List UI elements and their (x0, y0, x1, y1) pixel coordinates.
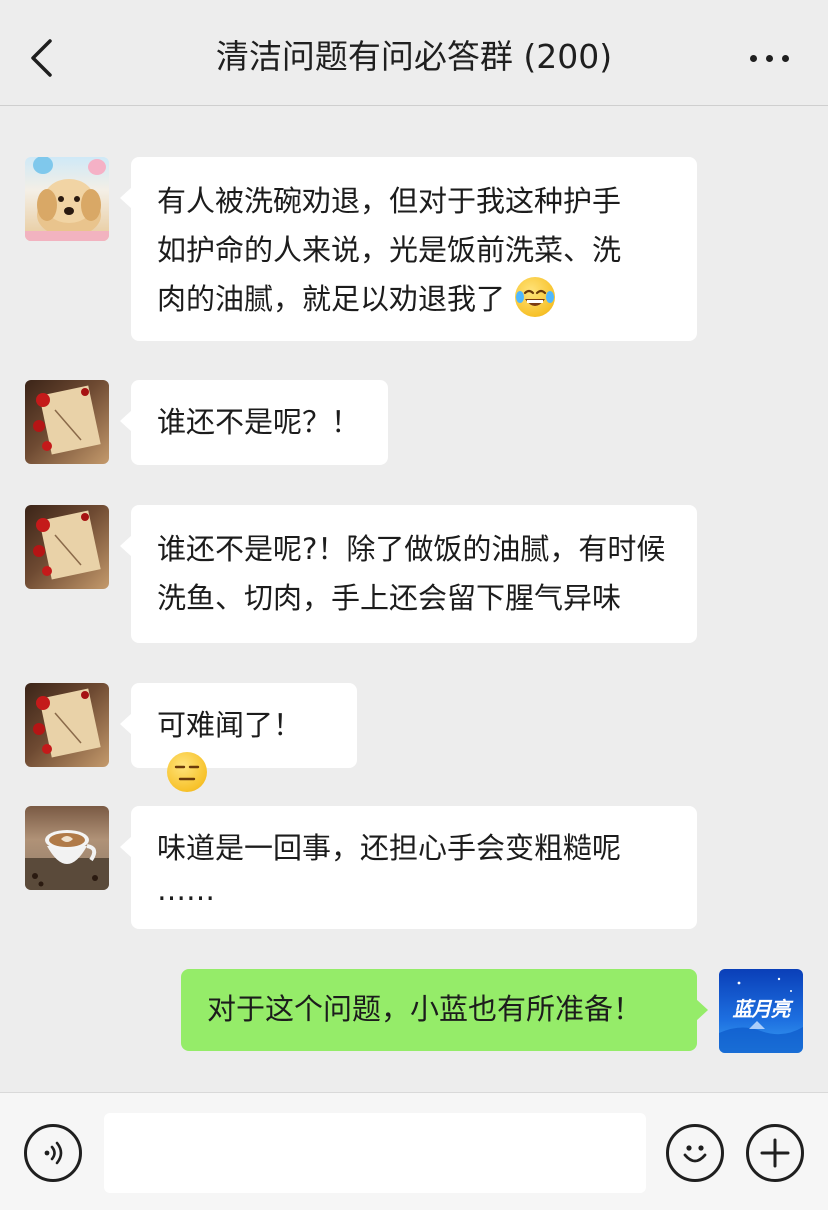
dog-avatar[interactable] (25, 157, 109, 241)
message-line-with-emoji: 肉的油腻，就足以劝退我了 (157, 275, 671, 324)
plus-button[interactable] (746, 1124, 804, 1182)
message-bubble[interactable]: 味道是一回事，还担心手会变粗糙呢 …… (120, 806, 697, 929)
message-line: 洗鱼、切肉，手上还会留下腥气异味 (157, 581, 622, 615)
message-input[interactable] (104, 1113, 646, 1193)
page-title: 清洁问题有问必答群 (200) (215, 37, 613, 76)
input-bar (0, 1092, 828, 1210)
brand-logo-text: 蓝月亮 (732, 997, 791, 1021)
message-line: 对于这个问题，小蓝也有所准备！ (207, 992, 643, 1026)
message-line-with-emoji: 可难闻了！ (157, 701, 331, 799)
face-with-tears-of-joy-emoji (515, 277, 556, 317)
chat-header: 清洁问题有问必答群 (200) (0, 0, 828, 106)
message-line: …… (157, 873, 215, 907)
message-line: 可难闻了！ (157, 708, 303, 742)
more-dot (765, 54, 773, 62)
more-button[interactable] (736, 38, 802, 78)
message-bubble-self[interactable]: 对于这个问题，小蓝也有所准备！ (181, 969, 708, 1051)
message-bubble[interactable]: 有人被洗碗劝退，但对于我这种护手 如护命的人来说，光是饭前洗菜、洗 肉的油腻，就… (120, 157, 697, 341)
message-bubble[interactable]: 谁还不是呢？！ (120, 380, 388, 465)
voice-icon (44, 1141, 63, 1165)
more-dot (781, 54, 789, 62)
expressionless-face-emoji (167, 752, 207, 792)
rose-scroll-avatar[interactable] (25, 505, 109, 589)
message-line: 味道是一回事，还担心手会变粗糙呢 (157, 831, 622, 865)
message-line: 谁还不是呢？！ (157, 405, 361, 439)
coffee-cup-avatar[interactable] (25, 806, 109, 890)
emoji-button[interactable] (666, 1124, 724, 1182)
message-bubble[interactable]: 谁还不是呢?！除了做饭的油腻，有时候 洗鱼、切肉，手上还会留下腥气异味 (120, 505, 697, 643)
rose-scroll-avatar[interactable] (25, 683, 109, 767)
plus-icon (760, 1138, 790, 1168)
back-button[interactable] (18, 30, 64, 86)
more-horizontal-icon (749, 54, 757, 62)
voice-button[interactable] (24, 1124, 82, 1182)
message-line: 如护命的人来说，光是饭前洗菜、洗 (157, 233, 622, 267)
message-line: 谁还不是呢?！除了做饭的油腻，有时候 (157, 532, 666, 566)
message-line: 肉的油腻，就足以劝退我了 (157, 282, 506, 316)
message-bubble[interactable]: 可难闻了！ (120, 683, 357, 792)
chevron-left-icon (31, 39, 52, 77)
lanyueliang-logo-avatar[interactable]: 蓝月亮 (719, 969, 803, 1053)
smiley-icon (683, 1145, 707, 1163)
rose-scroll-avatar[interactable] (25, 380, 109, 464)
message-line: 有人被洗碗劝退，但对于我这种护手 (157, 184, 622, 218)
